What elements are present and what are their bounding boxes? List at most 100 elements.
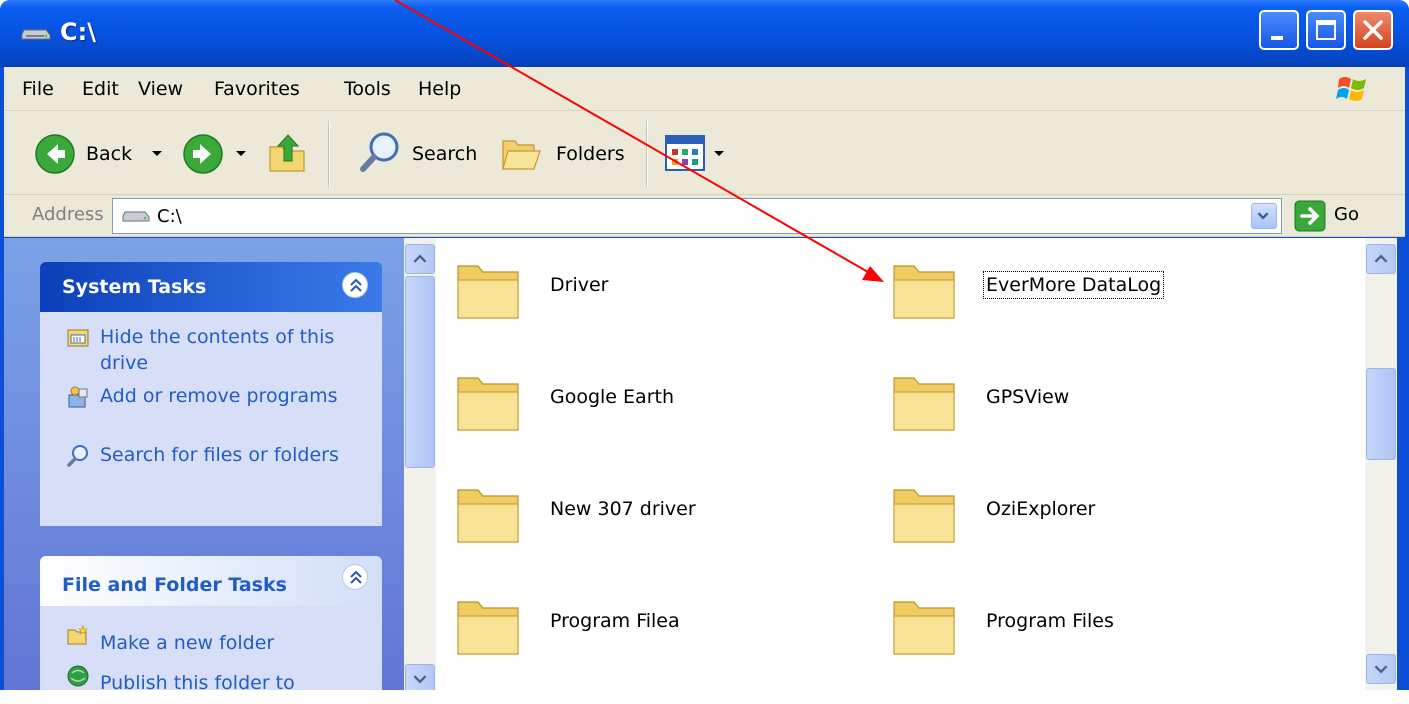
folder-item[interactable]: GPSView bbox=[872, 364, 1292, 444]
new-folder-icon bbox=[67, 625, 88, 645]
folder-icon bbox=[893, 265, 955, 319]
folder-item[interactable]: Driver bbox=[436, 252, 856, 332]
windows-logo-icon bbox=[1336, 77, 1366, 101]
scroll-down-button[interactable] bbox=[405, 664, 435, 690]
address-input[interactable]: C:\ bbox=[112, 198, 1282, 234]
minimize-icon bbox=[1271, 36, 1283, 40]
scroll-thumb[interactable] bbox=[405, 276, 435, 468]
back-button[interactable]: Back bbox=[86, 143, 132, 165]
minimize-button[interactable] bbox=[1259, 10, 1299, 50]
folder-name: GPSView bbox=[986, 386, 1070, 408]
task-pane: System Tasks Hide the contents of this d… bbox=[4, 238, 404, 690]
views-icon[interactable] bbox=[664, 133, 706, 173]
system-tasks-header[interactable]: System Tasks bbox=[40, 262, 382, 312]
system-tasks-body: Hide the contents of this drive Add or r… bbox=[40, 312, 382, 526]
chevron-down-icon bbox=[1257, 212, 1269, 220]
folder-view-scrollbar[interactable] bbox=[1365, 238, 1397, 690]
folder-name: OziExplorer bbox=[986, 498, 1096, 520]
maximize-icon bbox=[1316, 20, 1336, 40]
up-folder-icon[interactable] bbox=[266, 131, 308, 175]
close-icon bbox=[1363, 20, 1383, 40]
scroll-thumb[interactable] bbox=[1366, 368, 1396, 460]
chevron-down-icon bbox=[1374, 665, 1388, 674]
close-button[interactable] bbox=[1353, 10, 1393, 50]
folder-icon bbox=[457, 489, 519, 543]
folder-item[interactable]: Program Files bbox=[872, 588, 1292, 668]
menu-view[interactable]: View bbox=[138, 78, 183, 100]
maximize-button[interactable] bbox=[1306, 10, 1346, 50]
task-publish-folder[interactable]: Publish this folder to bbox=[40, 656, 382, 690]
folder-name: New 307 driver bbox=[550, 498, 696, 520]
folder-item[interactable]: Program Filea bbox=[436, 588, 856, 668]
collapse-button[interactable] bbox=[342, 272, 368, 298]
scroll-down-button[interactable] bbox=[1366, 654, 1396, 684]
folder-item[interactable]: EverMore DataLog bbox=[872, 252, 1292, 332]
views-dropdown-icon[interactable] bbox=[714, 151, 724, 156]
chevrons-up-icon bbox=[350, 570, 362, 584]
title-bar[interactable]: C:\ bbox=[0, 0, 1409, 67]
folder-name: Driver bbox=[550, 274, 609, 296]
folder-item[interactable]: Google Earth bbox=[436, 364, 856, 444]
folder-icon bbox=[893, 377, 955, 431]
menu-favorites[interactable]: Favorites bbox=[214, 78, 300, 100]
add-remove-programs-icon bbox=[68, 386, 88, 408]
address-dropdown-button[interactable] bbox=[1251, 203, 1277, 229]
go-arrow-icon[interactable] bbox=[1294, 200, 1326, 232]
folders-button[interactable]: Folders bbox=[556, 143, 625, 165]
folder-item[interactable]: OziExplorer bbox=[872, 476, 1292, 556]
system-tasks-panel: System Tasks Hide the contents of this d… bbox=[40, 262, 382, 526]
task-search-files[interactable]: Search for files or folders bbox=[40, 440, 382, 499]
menu-file[interactable]: File bbox=[22, 78, 54, 100]
hide-contents-icon bbox=[67, 329, 89, 347]
task-add-remove-programs[interactable]: Add or remove programs bbox=[40, 381, 382, 440]
folder-view: Driver EverMore DataLog Google Earth GPS… bbox=[436, 238, 1365, 690]
folder-name: Program Filea bbox=[550, 610, 680, 632]
file-folder-tasks-panel: File and Folder Tasks Make a new folder bbox=[40, 556, 382, 690]
toolbar-separator bbox=[328, 121, 330, 187]
file-folder-tasks-title: File and Folder Tasks bbox=[62, 574, 287, 596]
chevron-down-icon bbox=[413, 675, 427, 684]
forward-arrow-icon[interactable] bbox=[182, 133, 224, 175]
folder-icon bbox=[893, 489, 955, 543]
folder-name: Program Files bbox=[986, 610, 1114, 632]
scroll-up-button[interactable] bbox=[1366, 244, 1396, 274]
file-folder-tasks-body: Make a new folder Publish this folder to bbox=[40, 606, 382, 690]
menu-edit[interactable]: Edit bbox=[82, 78, 119, 100]
search-button[interactable]: Search bbox=[412, 143, 477, 165]
window-title: C:\ bbox=[60, 18, 96, 46]
folder-icon bbox=[893, 601, 955, 655]
drive-icon bbox=[122, 211, 150, 222]
folders-icon[interactable] bbox=[500, 131, 544, 175]
folder-icon bbox=[457, 377, 519, 431]
task-hide-contents[interactable]: Hide the contents of this drive bbox=[40, 322, 382, 381]
system-tasks-title: System Tasks bbox=[62, 276, 207, 298]
folder-icon bbox=[457, 265, 519, 319]
folder-name: EverMore DataLog bbox=[982, 271, 1165, 299]
chevron-up-icon bbox=[413, 254, 427, 263]
folder-item[interactable]: New 307 driver bbox=[436, 476, 856, 556]
back-dropdown-icon[interactable] bbox=[152, 151, 162, 156]
menu-tools[interactable]: Tools bbox=[344, 78, 391, 100]
chevrons-up-icon bbox=[350, 278, 362, 292]
address-value: C:\ bbox=[157, 206, 182, 227]
toolbar: Back Search Folders bbox=[4, 111, 1405, 195]
search-icon[interactable] bbox=[358, 129, 404, 175]
folder-name: Google Earth bbox=[550, 386, 674, 408]
menu-help[interactable]: Help bbox=[418, 78, 461, 100]
address-bar: Address C:\ Go bbox=[4, 195, 1405, 237]
menu-bar: File Edit View Favorites Tools Help bbox=[4, 67, 1405, 111]
scroll-up-button[interactable] bbox=[405, 244, 435, 274]
toolbar-separator bbox=[646, 121, 648, 187]
task-make-new-folder[interactable]: Make a new folder bbox=[40, 616, 382, 656]
drive-icon bbox=[21, 29, 51, 40]
task-label: Search for files or folders bbox=[100, 444, 339, 466]
chevron-up-icon bbox=[1374, 254, 1388, 263]
file-folder-tasks-header[interactable]: File and Folder Tasks bbox=[40, 556, 382, 606]
collapse-button[interactable] bbox=[342, 564, 368, 590]
forward-dropdown-icon[interactable] bbox=[236, 151, 246, 156]
publish-web-icon bbox=[67, 665, 89, 687]
task-pane-scrollbar[interactable] bbox=[404, 238, 436, 690]
go-button[interactable]: Go bbox=[1334, 204, 1359, 225]
task-label: Make a new folder bbox=[100, 632, 275, 654]
back-arrow-icon[interactable] bbox=[34, 133, 76, 175]
